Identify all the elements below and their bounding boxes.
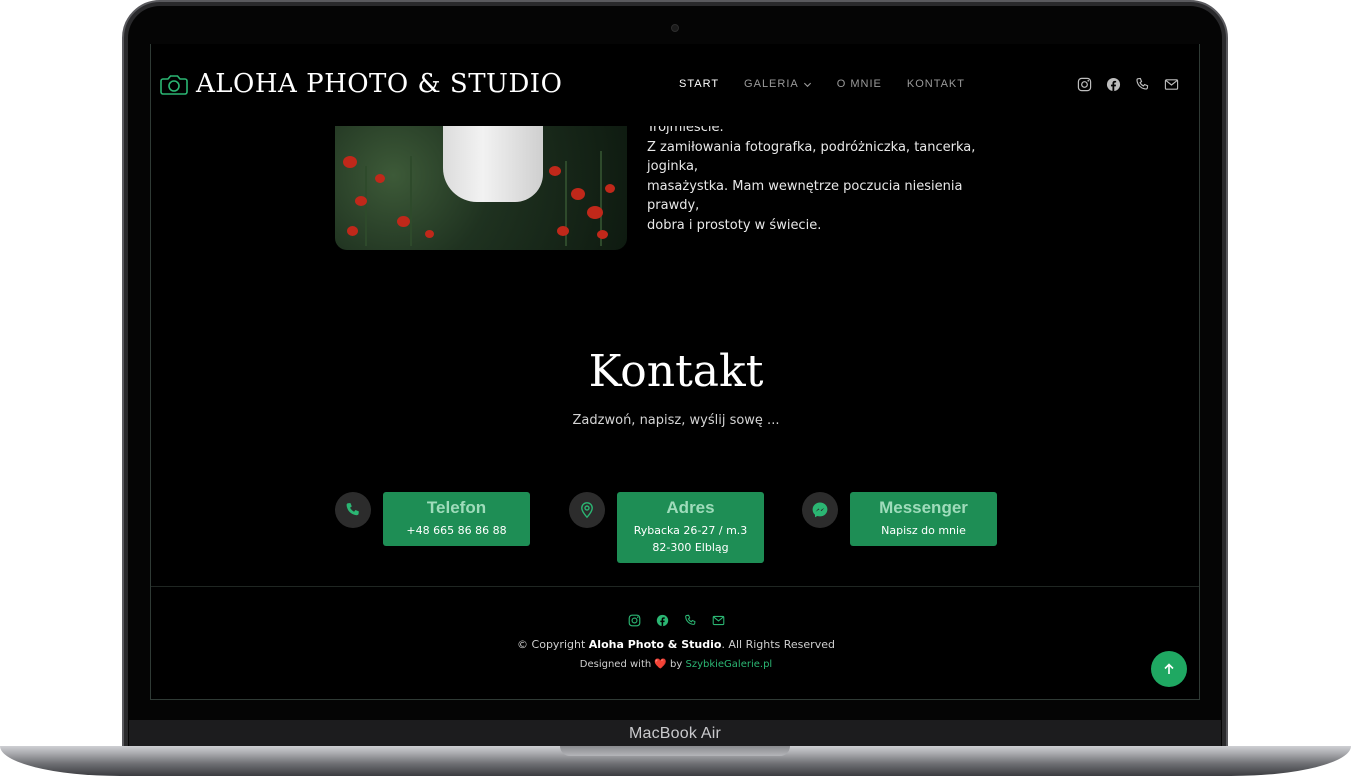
mail-icon[interactable] — [712, 614, 725, 627]
brand-logo[interactable]: ALOHA PHOTO & STUDIO — [160, 69, 562, 99]
camera-icon — [160, 75, 188, 95]
instagram-icon[interactable] — [628, 614, 641, 627]
copyright-text: © Copyright Aloha Photo & Studio. All Ri… — [151, 638, 1199, 651]
address-city: 82-300 Elbląg — [652, 541, 729, 554]
contact-address: Adres Rybacka 26-27 / m.3 82-300 Elbląg — [569, 492, 764, 563]
main-nav: START GALERIA O MNIE KONTAKT — [679, 78, 965, 90]
about-photo — [335, 126, 627, 250]
laptop-chin: MacBook Air — [129, 720, 1221, 748]
facebook-icon[interactable] — [656, 614, 669, 627]
nav-start[interactable]: START — [679, 78, 719, 90]
mail-icon[interactable] — [1164, 77, 1179, 92]
facebook-icon[interactable] — [1106, 77, 1121, 92]
designed-by: by — [666, 659, 686, 670]
contact-subtitle: Zadzwoń, napisz, wyślij sowę ... — [572, 413, 780, 428]
designed-with-text: Designed with ❤️ by SzybkieGalerie.pl — [151, 659, 1199, 670]
messenger-icon-circle — [802, 492, 838, 528]
messenger-card[interactable]: Messenger Napisz do mnie — [850, 492, 997, 546]
phone-number: +48 665 86 86 88 — [406, 524, 507, 537]
nav-galeria[interactable]: GALERIA — [744, 78, 812, 90]
copyright-prefix: © Copyright — [517, 638, 589, 651]
footer-divider — [151, 586, 1199, 587]
scroll-to-top-button[interactable] — [1151, 651, 1187, 687]
site-header: ALOHA PHOTO & STUDIO START GALERIA O MNI… — [151, 44, 1199, 126]
footer-social-links — [151, 614, 1199, 627]
contact-phone: Telefon +48 665 86 86 88 — [335, 492, 530, 546]
address-street: Rybacka 26-27 / m.3 — [633, 524, 748, 537]
nav-galeria-label: GALERIA — [744, 78, 799, 90]
nav-kontakt[interactable]: KONTAKT — [907, 78, 965, 90]
webcam-icon — [671, 24, 679, 32]
phone-card[interactable]: Telefon +48 665 86 86 88 — [383, 492, 530, 546]
address-card[interactable]: Adres Rybacka 26-27 / m.3 82-300 Elbląg — [617, 492, 764, 563]
designer-link[interactable]: SzybkieGalerie.pl — [685, 659, 772, 670]
laptop-notch — [560, 746, 790, 756]
copyright-brand: Aloha Photo & Studio — [588, 638, 722, 651]
header-social-links — [1077, 77, 1179, 92]
instagram-icon[interactable] — [1077, 77, 1092, 92]
designed-prefix: Designed with — [579, 659, 655, 670]
about-line: dobra i prostoty w świecie. — [647, 217, 822, 233]
contact-messenger: Messenger Napisz do mnie — [802, 492, 997, 546]
chevron-down-icon — [803, 82, 811, 87]
messenger-card-title: Messenger — [879, 498, 968, 517]
messenger-cta: Napisz do mnie — [881, 524, 966, 537]
nav-o-mnie[interactable]: O MNIE — [837, 78, 882, 90]
messenger-icon — [812, 502, 828, 518]
phone-card-title: Telefon — [426, 498, 487, 517]
about-line: Z zamiłowania fotografka, podróżniczka, … — [647, 139, 976, 175]
brand-name: ALOHA PHOTO & STUDIO — [196, 69, 563, 99]
website-screen: Trójmieście. Z zamiłowania fotografka, p… — [150, 44, 1200, 700]
phone-icon[interactable] — [684, 614, 697, 627]
device-label: MacBook Air — [628, 725, 721, 742]
about-text: Trójmieście. Z zamiłowania fotografka, p… — [647, 118, 1017, 235]
map-pin-icon — [581, 502, 593, 519]
phone-icon — [346, 503, 359, 516]
heart-icon: ❤️ — [654, 659, 667, 670]
arrow-up-icon — [1164, 663, 1174, 674]
phone-icon-circle — [335, 492, 371, 528]
copyright-suffix: . All Rights Reserved — [721, 638, 835, 651]
map-pin-icon-circle — [569, 492, 605, 528]
phone-icon[interactable] — [1135, 77, 1150, 92]
about-line: masażystka. Mam wewnętrze poczucia niesi… — [647, 178, 963, 214]
contact-title: Kontakt — [588, 346, 764, 397]
address-card-title: Adres — [666, 498, 715, 517]
